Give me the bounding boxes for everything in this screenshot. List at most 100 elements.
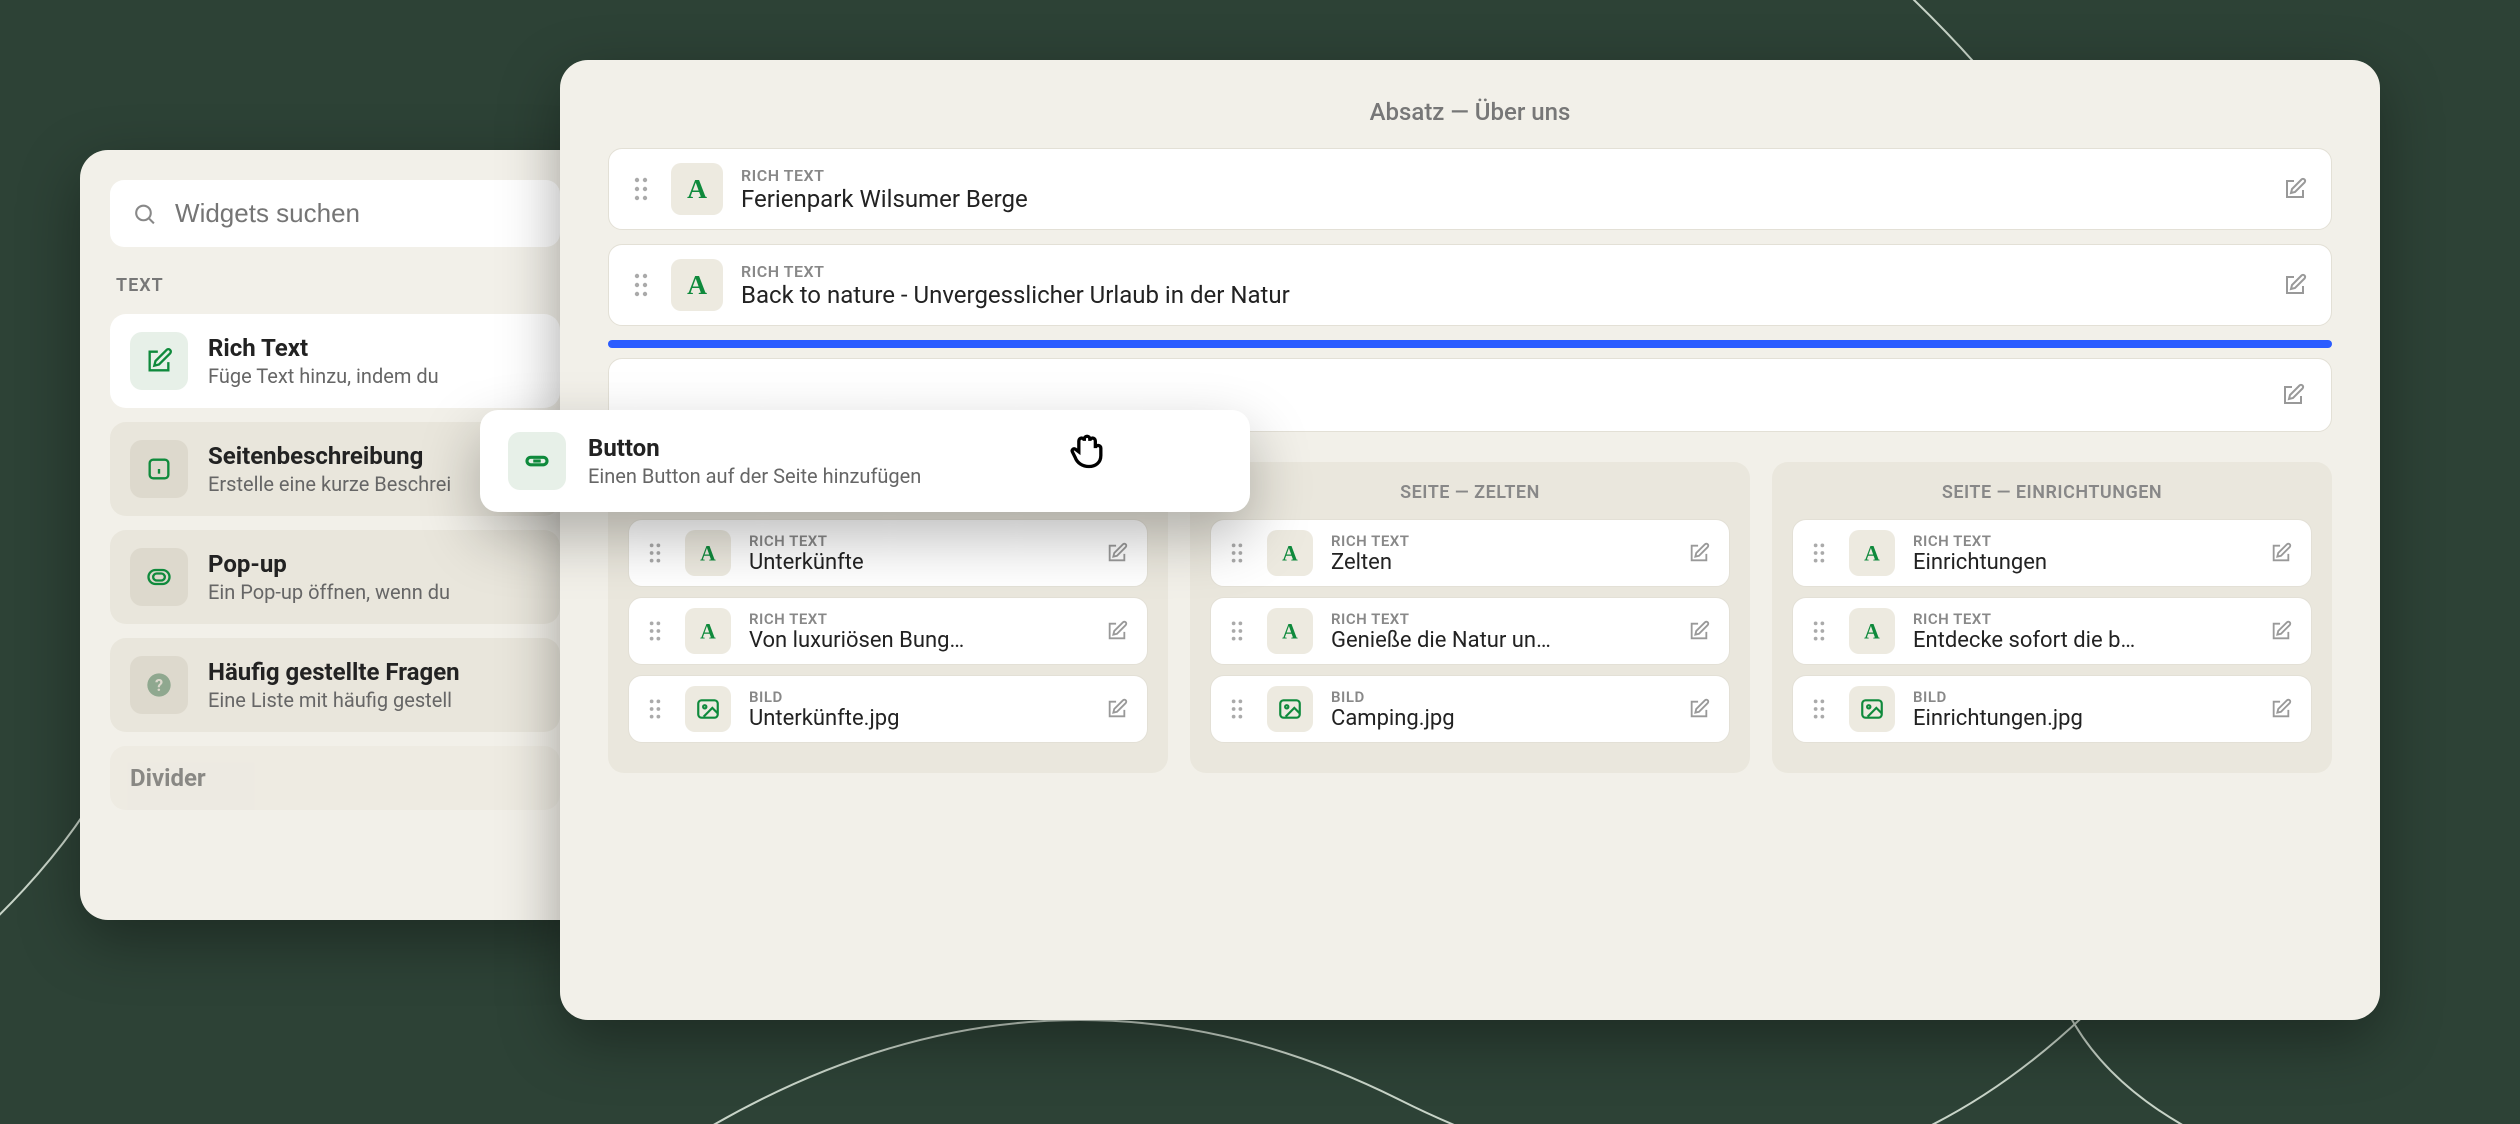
drag-handle-icon[interactable] <box>1225 616 1249 646</box>
svg-text:A: A <box>1864 620 1880 644</box>
drag-handle-icon[interactable] <box>1225 538 1249 568</box>
edit-button[interactable] <box>1683 537 1715 569</box>
block-row[interactable]: A RICH TEXT Ferienpark Wilsumer Berge <box>608 148 2332 230</box>
drag-handle-icon[interactable] <box>643 694 667 724</box>
widget-title: Rich Text <box>208 334 439 362</box>
block-title: Unterkünfte <box>749 550 1083 575</box>
svg-text:A: A <box>1282 542 1298 566</box>
widget-item-faq[interactable]: ? Häufig gestellte Fragen Eine Liste mit… <box>110 638 560 732</box>
text-icon: A <box>1267 608 1313 654</box>
drag-handle-icon[interactable] <box>629 270 653 300</box>
block-row[interactable]: BILDCamping.jpg <box>1210 675 1730 743</box>
block-row[interactable]: A RICH TEXTVon luxuriösen Bung… <box>628 597 1148 665</box>
image-icon <box>1849 686 1895 732</box>
widget-desc: Füge Text hinzu, indem du <box>208 364 439 388</box>
column-header: SEITE — ZELTEN <box>1210 482 1730 503</box>
block-type: RICH TEXT <box>1331 610 1665 628</box>
drag-handle-icon[interactable] <box>629 174 653 204</box>
dragging-widget[interactable]: Button Einen Button auf der Seite hinzuf… <box>480 410 1250 512</box>
block-row[interactable]: A RICH TEXTEntdecke sofort die b… <box>1792 597 2312 665</box>
text-icon: A <box>671 259 723 311</box>
text-icon: A <box>1267 530 1313 576</box>
drag-handle-icon[interactable] <box>643 538 667 568</box>
block-type: RICH TEXT <box>749 532 1083 550</box>
text-icon: A <box>671 163 723 215</box>
edit-button[interactable] <box>2277 379 2309 411</box>
widget-desc: Erstelle eine kurze Beschrei <box>208 472 451 496</box>
edit-button[interactable] <box>1683 615 1715 647</box>
dragging-desc: Einen Button auf der Seite hinzufügen <box>588 464 921 488</box>
image-icon <box>1267 686 1313 732</box>
text-icon: A <box>1849 530 1895 576</box>
faq-icon: ? <box>130 656 188 714</box>
widget-title: Pop-up <box>208 550 450 578</box>
drag-handle-icon[interactable] <box>643 616 667 646</box>
search-input[interactable] <box>175 198 538 229</box>
info-icon <box>130 440 188 498</box>
block-row[interactable]: A RICH TEXT Back to nature - Unvergessli… <box>608 244 2332 326</box>
edit-button[interactable] <box>1683 693 1715 725</box>
edit-button[interactable] <box>2265 693 2297 725</box>
section-label: TEXT <box>116 275 560 296</box>
drag-handle-icon[interactable] <box>1807 616 1831 646</box>
edit-button[interactable] <box>2265 615 2297 647</box>
edit-button[interactable] <box>2265 537 2297 569</box>
svg-text:A: A <box>1864 542 1880 566</box>
block-type: RICH TEXT <box>1913 610 2247 628</box>
drag-handle-icon[interactable] <box>1225 694 1249 724</box>
block-type: BILD <box>1331 688 1665 706</box>
dragging-title: Button <box>588 434 921 462</box>
widget-item-popup[interactable]: Pop-up Ein Pop-up öffnen, wenn du <box>110 530 560 624</box>
block-type: RICH TEXT <box>749 610 1083 628</box>
drag-handle-icon[interactable] <box>1807 694 1831 724</box>
block-type: RICH TEXT <box>741 262 2261 281</box>
block-row[interactable]: BILDEinrichtungen.jpg <box>1792 675 2312 743</box>
block-title: Einrichtungen <box>1913 550 2247 575</box>
text-icon: A <box>685 530 731 576</box>
svg-text:A: A <box>687 270 707 300</box>
edit-button[interactable] <box>1101 693 1133 725</box>
block-row[interactable]: A RICH TEXTUnterkünfte <box>628 519 1148 587</box>
widget-desc: Ein Pop-up öffnen, wenn du <box>208 580 450 604</box>
edit-icon <box>130 332 188 390</box>
section-header: Absatz — Über uns <box>608 98 2332 126</box>
text-icon: A <box>1849 608 1895 654</box>
block-title: Camping.jpg <box>1331 706 1665 731</box>
block-type: RICH TEXT <box>1331 532 1665 550</box>
block-type: BILD <box>1913 688 2247 706</box>
column-zelten: SEITE — ZELTEN A RICH TEXTZelten A RICH … <box>1190 462 1750 773</box>
block-title: Back to nature - Unvergesslicher Urlaub … <box>741 281 2261 309</box>
widget-title: Seitenbeschreibung <box>208 442 451 470</box>
block-title: Unterkünfte.jpg <box>749 706 1083 731</box>
block-title: Genieße die Natur un… <box>1331 628 1665 653</box>
editor-panel: Absatz — Über uns A RICH TEXT Ferienpark… <box>560 60 2380 1020</box>
edit-button[interactable] <box>1101 537 1133 569</box>
svg-text:A: A <box>687 174 707 204</box>
block-row[interactable]: BILDUnterkünfte.jpg <box>628 675 1148 743</box>
block-title: Ferienpark Wilsumer Berge <box>741 185 2261 213</box>
image-icon <box>685 686 731 732</box>
block-row[interactable]: A RICH TEXTZelten <box>1210 519 1730 587</box>
block-title: Von luxuriösen Bung… <box>749 628 1083 653</box>
edit-button[interactable] <box>2279 173 2311 205</box>
edit-button[interactable] <box>2279 269 2311 301</box>
block-title: Einrichtungen.jpg <box>1913 706 2247 731</box>
block-title: Entdecke sofort die b… <box>1913 628 2247 653</box>
widget-title: Häufig gestellte Fragen <box>208 658 460 686</box>
svg-text:A: A <box>700 542 716 566</box>
column-header: SEITE — EINRICHTUNGEN <box>1792 482 2312 503</box>
widget-title: Divider <box>130 764 206 792</box>
block-row[interactable]: A RICH TEXTEinrichtungen <box>1792 519 2312 587</box>
drag-handle-icon[interactable] <box>1807 538 1831 568</box>
block-type: BILD <box>749 688 1083 706</box>
block-row[interactable]: A RICH TEXTGenieße die Natur un… <box>1210 597 1730 665</box>
search-box[interactable] <box>110 180 560 247</box>
svg-text:A: A <box>1282 620 1298 644</box>
block-type: RICH TEXT <box>1913 532 2247 550</box>
edit-button[interactable] <box>1101 615 1133 647</box>
widget-desc: Eine Liste mit häufig gestell <box>208 688 460 712</box>
widget-item-richtext[interactable]: Rich Text Füge Text hinzu, indem du <box>110 314 560 408</box>
widget-item-divider[interactable]: Divider <box>110 746 560 810</box>
popup-icon <box>130 548 188 606</box>
widgets-panel: TEXT Rich Text Füge Text hinzu, indem du… <box>80 150 590 920</box>
